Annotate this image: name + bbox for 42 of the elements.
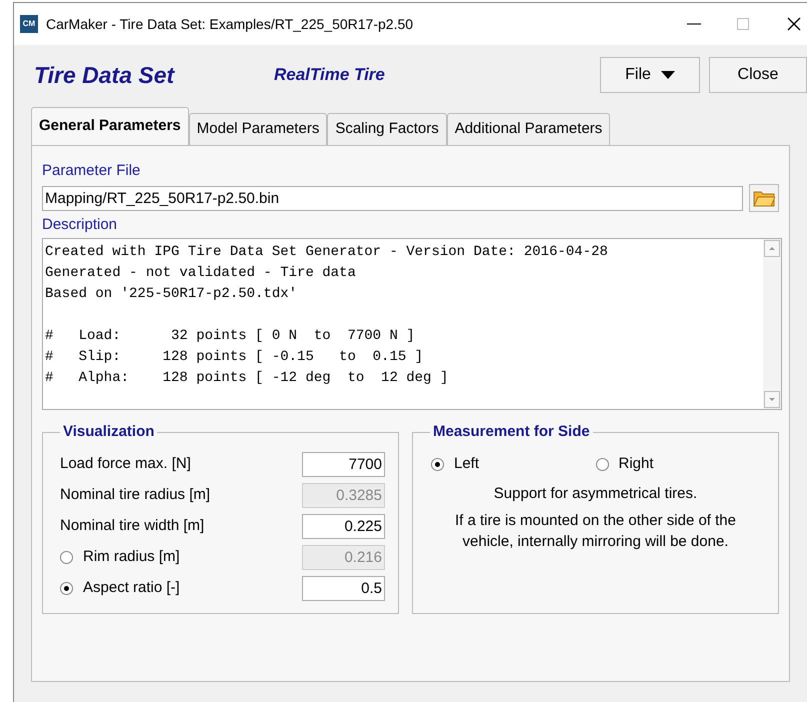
scroll-up-icon[interactable] <box>764 240 780 257</box>
file-menu-button[interactable]: File <box>600 57 700 93</box>
row-label: Rim radius [m] <box>83 547 180 568</box>
note-text: If a tire is mounted on the other side of the vehicle, internally mirroring will be done. <box>454 511 737 552</box>
radio-button[interactable] <box>596 458 608 471</box>
caret-icon <box>660 71 675 79</box>
value-field[interactable]: 7700 <box>302 452 385 477</box>
radio-label: Left <box>454 454 480 474</box>
close-icon[interactable] <box>787 17 801 31</box>
app-logo: CM <box>20 15 38 33</box>
folder-icon <box>753 189 775 207</box>
radio-button[interactable] <box>431 458 444 471</box>
parameter-file-field[interactable]: Mapping/RT_225_50R17-p2.50.bin <box>42 186 743 210</box>
tab[interactable]: General Parameters <box>31 107 189 145</box>
field-label: Description <box>42 216 118 234</box>
description-line: Based on '225-50R17-p2.50.tdx' <box>45 285 298 304</box>
model-subtitle: RealTime Tire <box>274 64 385 86</box>
maximize-icon[interactable] <box>737 18 749 30</box>
close-button[interactable]: Close <box>709 57 807 93</box>
note-text: Support for asymmetrical tires. <box>492 484 698 504</box>
tab[interactable]: Additional Parameters <box>446 113 610 145</box>
description-line: Created with IPG Tire Data Set Generator - Version Date: 2016-04-28 <box>45 243 609 262</box>
open-folder-button[interactable] <box>749 184 779 212</box>
radio-button[interactable] <box>60 582 73 595</box>
value-field[interactable]: 0.225 <box>302 514 385 539</box>
description-line: # Slip: 128 points [ -0.15 to 0.15 ] <box>45 348 424 367</box>
row-label: Nominal tire width [m] <box>60 516 204 536</box>
radio-label: Right <box>618 454 654 474</box>
scroll-down-icon[interactable] <box>764 391 780 408</box>
value-field[interactable]: 0.5 <box>302 576 385 601</box>
tab[interactable]: Scaling Factors <box>327 113 447 145</box>
description-line: # Alpha: 128 points [ -12 deg to 12 deg ] <box>45 369 450 388</box>
description-line: # Load: 32 points [ 0 N to 7700 N ] <box>45 327 416 346</box>
row-label: Nominal tire radius [m] <box>60 485 210 506</box>
row-label: Load force max. [N] <box>60 454 191 474</box>
scrollbar[interactable] <box>763 239 781 409</box>
field-label: Parameter File <box>42 162 142 180</box>
row-label: Aspect ratio [-] <box>83 578 180 598</box>
window-title: CarMaker - Tire Data Set: Examples/RT_225_50R17-p2.50 <box>46 14 414 34</box>
page-title: Tire Data Set <box>34 60 176 90</box>
description-line: Generated - not validated - Tire data <box>45 264 357 283</box>
tab[interactable]: Model Parameters <box>188 113 328 145</box>
